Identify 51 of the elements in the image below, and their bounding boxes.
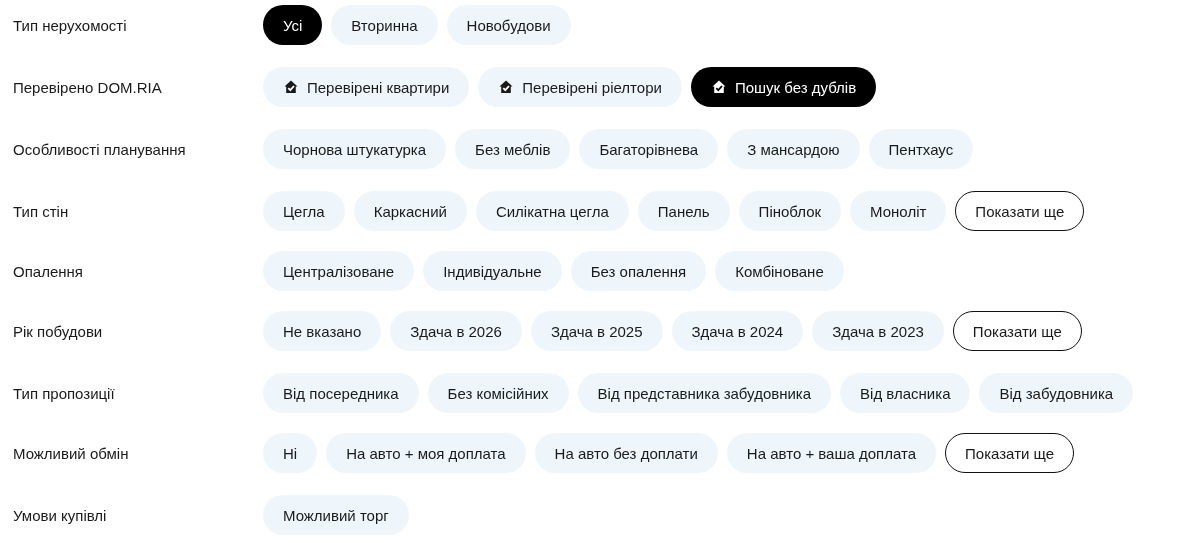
filter-chip[interactable]: Чорнова штукатурка bbox=[263, 129, 447, 169]
filter-chip[interactable]: На авто без доплати bbox=[534, 433, 718, 473]
filter-chip[interactable]: Новобудови bbox=[446, 5, 571, 45]
filter-chip[interactable]: Здача в 2026 bbox=[390, 311, 522, 351]
filter-chip[interactable]: Здача в 2023 bbox=[812, 311, 944, 351]
show-more-button[interactable]: Показати ще bbox=[945, 433, 1075, 473]
filter-chip[interactable]: З мансардою bbox=[727, 129, 860, 169]
filter-chip[interactable]: Ні bbox=[263, 433, 318, 473]
filter-chip[interactable]: Не вказано bbox=[263, 311, 382, 351]
filter-chip[interactable]: Панель bbox=[637, 191, 730, 231]
filter-chip[interactable]: Без опалення bbox=[570, 251, 707, 291]
house-check-icon bbox=[498, 79, 515, 95]
filter-label: Особливості планування bbox=[13, 140, 187, 158]
filter-chip[interactable]: Силікатна цегла bbox=[475, 191, 629, 231]
house-check-icon bbox=[283, 79, 299, 95]
filter-chip[interactable]: На авто + ваша доплата bbox=[726, 433, 937, 473]
filter-chip[interactable]: Пентхаус bbox=[868, 129, 974, 169]
house-check-icon bbox=[710, 79, 727, 95]
show-more-button[interactable]: Показати ще bbox=[955, 191, 1085, 231]
filter-chip[interactable]: Без комісійних bbox=[427, 373, 569, 413]
filter-chip[interactable]: Вторинна bbox=[331, 5, 438, 45]
filter-chip[interactable]: Централізоване bbox=[263, 251, 415, 291]
show-more-button[interactable]: Показати ще bbox=[952, 311, 1082, 351]
filter-label: Рік побудови bbox=[13, 322, 104, 340]
filter-chip[interactable]: Пошук без дублів bbox=[690, 67, 877, 107]
filter-chip[interactable]: На авто + моя доплата bbox=[326, 433, 526, 473]
filter-chip[interactable]: Здача в 2024 bbox=[671, 311, 804, 351]
filter-chip[interactable]: Здача в 2025 bbox=[530, 311, 663, 351]
filter-chip[interactable]: Індивідуальне bbox=[423, 251, 562, 291]
filter-chip[interactable]: Комбіноване bbox=[715, 251, 844, 291]
filter-chip[interactable]: Піноблок bbox=[738, 191, 842, 231]
filter-label: Можливий обмін bbox=[13, 444, 130, 462]
filter-label: Тип нерухомості bbox=[13, 16, 128, 34]
filter-chip[interactable]: Можливий торг bbox=[263, 495, 409, 535]
filter-chip[interactable]: Цегла bbox=[263, 191, 345, 231]
filter-chip[interactable]: Від власника bbox=[840, 373, 971, 413]
filter-chip[interactable]: Багаторівнева bbox=[579, 129, 719, 169]
filter-chip[interactable]: Від забудовника bbox=[979, 373, 1134, 413]
filter-chip[interactable]: Від посередника bbox=[263, 373, 419, 413]
filter-label: Опалення bbox=[13, 262, 84, 280]
filter-chip[interactable]: Від представника забудовника bbox=[577, 373, 832, 413]
filter-chip[interactable]: Усі bbox=[263, 5, 323, 45]
filter-chip[interactable]: Без меблів bbox=[455, 129, 571, 169]
filter-label: Перевірено DOM.RIA bbox=[13, 78, 163, 96]
filter-chip[interactable]: Перевірені ріелтори bbox=[478, 67, 682, 107]
filter-label: Умови купівлі bbox=[13, 506, 108, 524]
filter-chip[interactable]: Каркасний bbox=[353, 191, 467, 231]
filter-label: Тип стін bbox=[13, 202, 70, 220]
filter-chip[interactable]: Перевірені квартири bbox=[263, 67, 470, 107]
filter-label: Тип пропозиції bbox=[13, 384, 116, 402]
filter-chip[interactable]: Моноліт bbox=[850, 191, 947, 231]
